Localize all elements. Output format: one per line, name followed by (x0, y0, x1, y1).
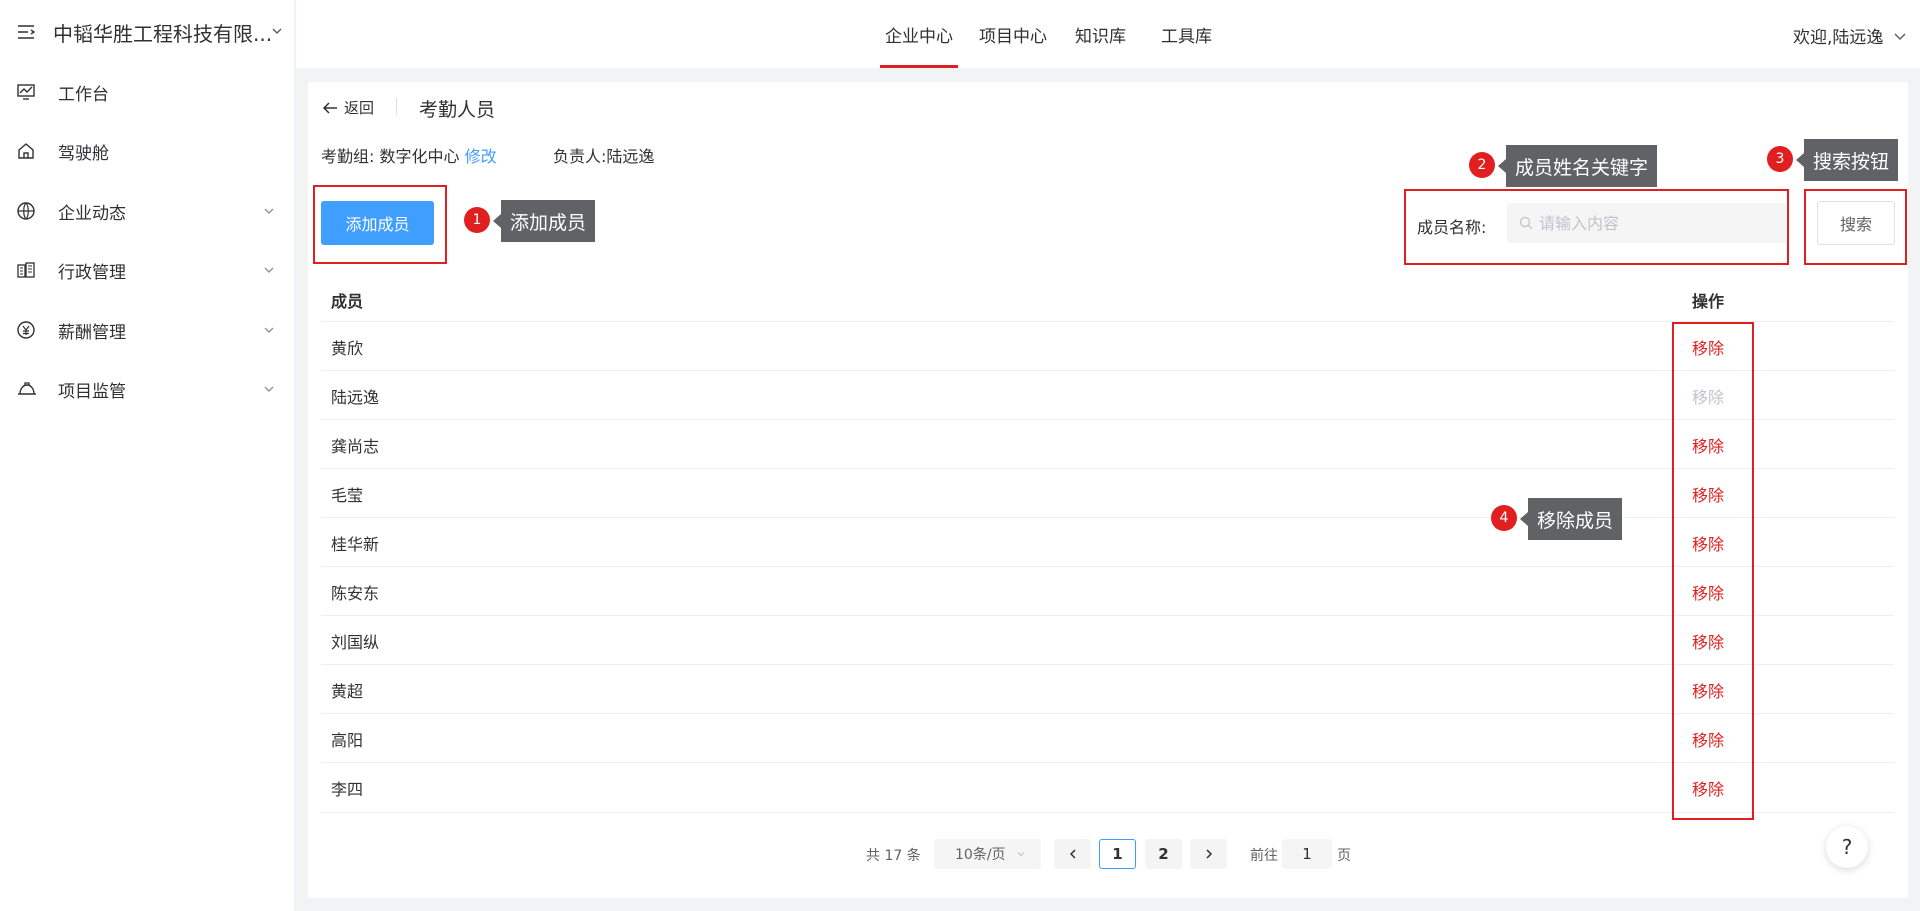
edit-group-link[interactable]: 修改 (465, 147, 497, 166)
table-bottom-border (321, 812, 1894, 813)
table-row: 高阳 移除 (321, 713, 1894, 762)
sidebar-item-label: 薪酬管理 (58, 322, 126, 343)
table-row: 毛莹 移除 (321, 468, 1894, 517)
sidebar-item-label: 项目监管 (58, 381, 126, 402)
column-header-member: 成员 (331, 292, 364, 311)
table-row: 刘国纵 移除 (321, 615, 1894, 664)
building-icon (17, 262, 35, 278)
annotation-badge-2: 2 (1469, 152, 1495, 178)
sidebar-item-project-supervision[interactable]: 项目监管 (0, 361, 295, 417)
prev-page-button[interactable] (1054, 839, 1091, 869)
sidebar-item-cockpit[interactable]: 驾驶舱 (0, 123, 295, 179)
member-name: 李四 (331, 780, 364, 799)
sidebar-item-workbench[interactable]: 工作台 (0, 64, 295, 120)
group-value: 数字化中心 (379, 147, 460, 166)
page-2-button[interactable]: 2 (1145, 839, 1182, 869)
column-header-action: 操作 (1692, 292, 1725, 311)
user-menu[interactable]: 欢迎,陆远逸 (1793, 23, 1907, 48)
page-1-button[interactable]: 1 (1099, 839, 1136, 869)
page-title: 考勤人员 (419, 99, 496, 121)
member-name: 龚尚志 (331, 437, 380, 456)
member-name: 黄欣 (331, 339, 364, 358)
monitor-chart-icon (17, 84, 35, 100)
member-name: 高阳 (331, 731, 364, 750)
goto-unit: 页 (1337, 848, 1351, 864)
chevron-down-icon (1017, 852, 1024, 857)
table-row: 陆远逸 移除 (321, 370, 1894, 419)
table-row: 龚尚志 移除 (321, 419, 1894, 468)
sidebar-item-label: 行政管理 (58, 262, 126, 283)
back-button[interactable]: 返回 (322, 97, 374, 118)
chevron-down-icon (264, 386, 274, 392)
member-name: 陈安东 (331, 584, 380, 603)
table-row: 桂华新 移除 (321, 517, 1894, 566)
tab-enterprise-center[interactable]: 企业中心 (880, 22, 958, 68)
owner-value: 陆远逸 (606, 147, 655, 166)
owner-info: 负责人:陆远逸 (553, 143, 654, 167)
pagination-total: 共 17 条 (866, 848, 921, 864)
annotation-tip-search-field: 成员姓名关键字 (1497, 145, 1658, 187)
member-name: 刘国纵 (331, 633, 380, 652)
menu-fold-icon[interactable] (16, 22, 36, 42)
company-name: 中韬华胜工程科技有限... (53, 22, 273, 46)
annotation-highlight-add (313, 185, 447, 264)
chevron-down-icon (1894, 32, 1906, 40)
tab-tool-library[interactable]: 工具库 (1161, 22, 1212, 47)
member-name: 陆远逸 (331, 388, 380, 407)
annotation-badge-1: 1 (464, 207, 490, 233)
goto-page-input[interactable] (1282, 839, 1332, 869)
sidebar-item-admin[interactable]: 行政管理 (0, 242, 295, 298)
table-row: 陈安东 移除 (321, 566, 1894, 615)
group-label: 考勤组: (321, 147, 375, 166)
chevron-down-icon (264, 267, 274, 273)
annotation-highlight-remove (1672, 322, 1754, 820)
attendance-group-info: 考勤组: 数字化中心 修改 (321, 143, 497, 167)
annotation-badge-4: 4 (1491, 505, 1517, 531)
back-label: 返回 (344, 99, 375, 117)
annotation-tip-remove: 移除成员 (1519, 498, 1623, 540)
sidebar: 中韬华胜工程科技有限... 工作台 驾驶舱 企业动态 行政管理 薪酬管理 项目监… (0, 0, 295, 911)
tab-knowledge-base[interactable]: 知识库 (1075, 22, 1126, 47)
company-switcher[interactable]: 中韬华胜工程科技有限... (0, 0, 295, 64)
hard-hat-icon (18, 382, 36, 395)
arrow-left-icon (322, 101, 337, 114)
globe-icon (17, 202, 35, 220)
annotation-badge-3: 3 (1767, 146, 1793, 172)
chevron-right-icon (1205, 849, 1212, 859)
annotation-highlight-search-field (1404, 189, 1789, 265)
welcome-text: 欢迎,陆远逸 (1793, 28, 1884, 48)
annotation-highlight-search-button (1804, 189, 1907, 265)
sidebar-item-label: 工作台 (58, 84, 109, 105)
sidebar-item-label: 驾驶舱 (58, 143, 109, 164)
table-row: 黄超 移除 (321, 664, 1894, 713)
table-row: 李四 移除 (321, 762, 1894, 811)
goto-label: 前往 (1250, 848, 1278, 864)
owner-label: 负责人: (553, 147, 607, 166)
sidebar-item-enterprise-news[interactable]: 企业动态 (0, 183, 295, 239)
member-name: 毛莹 (331, 486, 364, 505)
chevron-down-icon (264, 327, 274, 333)
sidebar-item-label: 企业动态 (58, 203, 126, 224)
page-size-value: 10条/页 (955, 847, 1006, 863)
next-page-button[interactable] (1190, 839, 1227, 869)
table-row: 黄欣 移除 (321, 321, 1894, 370)
member-name: 桂华新 (331, 535, 380, 554)
page-size-select[interactable]: 10条/页 (934, 839, 1041, 869)
chevron-down-icon (264, 208, 274, 214)
member-name: 黄超 (331, 682, 364, 701)
help-button[interactable]: ? (1826, 826, 1868, 868)
salary-icon (17, 321, 35, 339)
sidebar-item-salary[interactable]: 薪酬管理 (0, 302, 295, 358)
chevron-left-icon (1069, 849, 1076, 859)
annotation-tip-add: 添加成员 (492, 200, 596, 242)
annotation-tip-search-button: 搜索按钮 (1795, 139, 1899, 181)
tab-project-center[interactable]: 项目中心 (979, 22, 1047, 47)
chevron-down-icon (272, 28, 282, 35)
header-divider (396, 98, 397, 115)
home-icon (18, 143, 34, 159)
